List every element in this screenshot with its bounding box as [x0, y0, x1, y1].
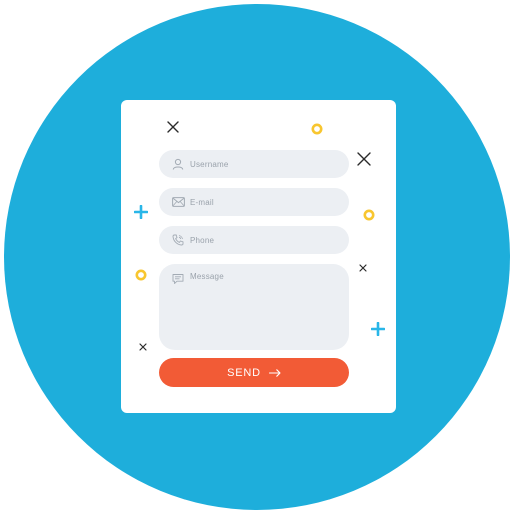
send-button-label: SEND [227, 366, 261, 379]
envelope-icon [171, 195, 185, 209]
send-button[interactable]: SEND [159, 358, 349, 387]
phone-icon [171, 233, 185, 247]
plus-icon [134, 205, 148, 219]
email-placeholder: E-mail [190, 197, 214, 207]
ring-icon [311, 123, 323, 135]
illustration: Username E-mail Phone Message SEND [0, 0, 510, 514]
cross-icon [359, 264, 367, 272]
message-placeholder: Message [190, 272, 224, 281]
message-field[interactable]: Message [159, 264, 349, 350]
user-icon [171, 157, 185, 171]
ring-icon [135, 269, 147, 281]
plus-icon [371, 322, 385, 336]
email-field[interactable]: E-mail [159, 188, 349, 216]
phone-placeholder: Phone [190, 235, 215, 245]
phone-field[interactable]: Phone [159, 226, 349, 254]
ring-icon [363, 209, 375, 221]
username-field[interactable]: Username [159, 150, 349, 178]
arrow-right-icon [268, 368, 281, 377]
chat-icon [171, 272, 185, 286]
cross-icon [167, 121, 179, 133]
cross-icon [357, 152, 371, 166]
cross-icon [139, 343, 147, 351]
username-placeholder: Username [190, 159, 229, 169]
contact-form-card: Username E-mail Phone Message SEND [121, 100, 396, 413]
